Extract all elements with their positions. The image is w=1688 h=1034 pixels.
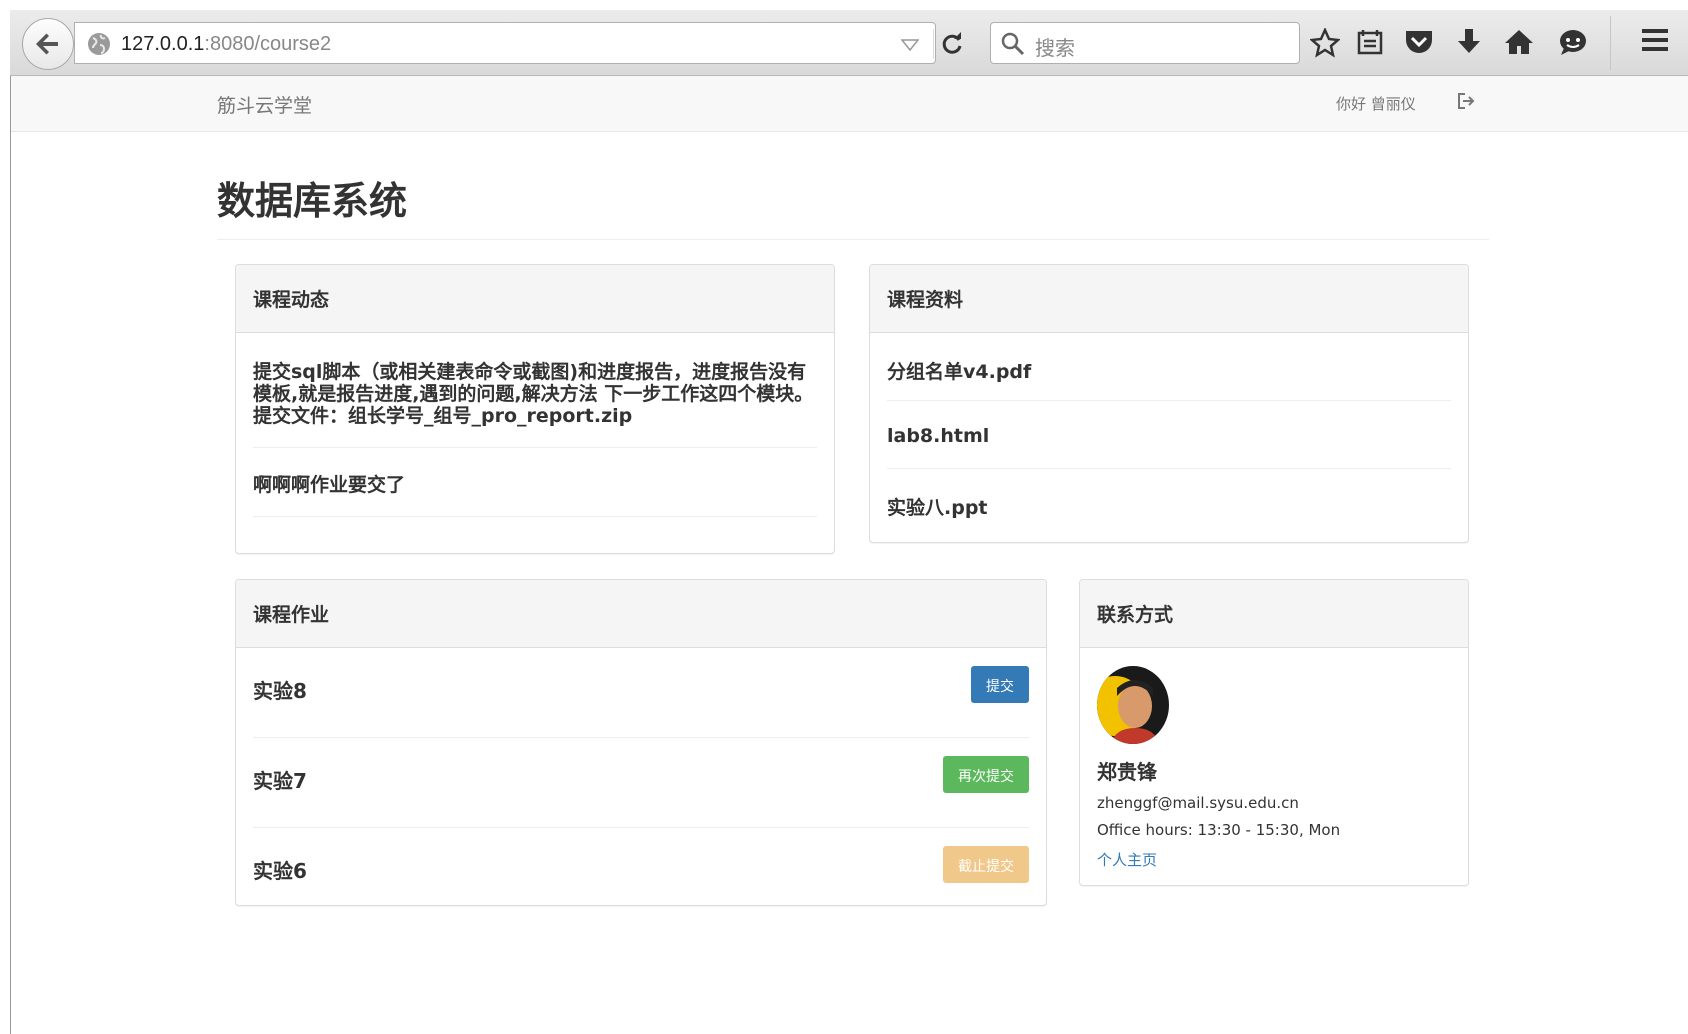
title-divider	[217, 239, 1489, 240]
back-arrow-icon	[36, 33, 58, 55]
page-viewport: 筋斗云学堂 你好 曾丽仪 数据库系统 课程动态 提交sql脚本（或相关建表命令或…	[10, 76, 1688, 1034]
reload-icon[interactable]	[939, 31, 965, 57]
file-link[interactable]: 实验八.ppt	[887, 469, 1451, 537]
site-brand[interactable]: 筋斗云学堂	[217, 91, 312, 118]
homework-row: 实验8 提交	[253, 648, 1029, 738]
teacher-email: zhenggf@mail.sysu.edu.cn	[1097, 794, 1299, 812]
panel-heading: 课程资料	[870, 265, 1468, 333]
course-news-panel: 课程动态 提交sql脚本（或相关建表命令或截图)和进度报告，进度报告没有模板,就…	[235, 264, 835, 554]
contact-panel: 联系方式 郑贵锋 zhenggf@mail.sysu.edu.cn Office…	[1079, 579, 1469, 886]
course-materials-panel: 课程资料 分组名单v4.pdf lab8.html 实验八.ppt	[869, 264, 1469, 543]
homework-panel: 课程作业 实验8 提交 实验7 再次提交 实验6 截止提交	[235, 579, 1047, 906]
logout-icon[interactable]	[1457, 92, 1475, 110]
homework-row: 实验6 截止提交	[253, 828, 1029, 918]
url-path: :8080/course2	[204, 33, 332, 55]
reading-list-icon[interactable]	[1356, 28, 1384, 56]
file-link[interactable]: lab8.html	[887, 401, 1451, 469]
homework-name: 实验6	[253, 859, 307, 883]
url-text: 127.0.0.1:8080/course2	[121, 33, 331, 56]
file-link[interactable]: 分组名单v4.pdf	[887, 333, 1451, 401]
office-hours: Office hours: 13:30 - 15:30, Mon	[1097, 821, 1341, 839]
homepage-link[interactable]: 个人主页	[1097, 849, 1157, 870]
search-icon	[1001, 32, 1025, 56]
panel-heading: 课程动态	[236, 265, 834, 333]
url-host: 127.0.0.1	[121, 33, 205, 55]
chat-icon[interactable]	[1558, 28, 1588, 56]
closed-submit-button: 截止提交	[943, 846, 1029, 883]
address-bar[interactable]: 127.0.0.1:8080/course2	[74, 22, 962, 64]
download-icon[interactable]	[1456, 28, 1482, 56]
user-greeting[interactable]: 你好 曾丽仪	[1336, 93, 1416, 114]
news-item: 啊啊啊作业要交了	[253, 448, 817, 517]
home-icon[interactable]	[1504, 28, 1534, 56]
hamburger-menu-icon[interactable]	[1640, 26, 1670, 54]
homework-row: 实验7 再次提交	[253, 738, 1029, 828]
site-navbar: 筋斗云学堂 你好 曾丽仪	[11, 76, 1688, 132]
browser-toolbar: 127.0.0.1:8080/course2 搜索	[10, 10, 1688, 76]
resubmit-button[interactable]: 再次提交	[943, 756, 1029, 793]
chevron-down-icon[interactable]	[901, 39, 919, 51]
homework-name: 实验7	[253, 769, 307, 793]
homework-name: 实验8	[253, 679, 307, 703]
pocket-icon[interactable]	[1404, 28, 1434, 56]
globe-icon	[88, 33, 110, 55]
page-title: 数据库系统	[217, 179, 408, 223]
panel-heading: 联系方式	[1080, 580, 1468, 648]
bookmark-star-icon[interactable]	[1310, 28, 1340, 58]
teacher-name: 郑贵锋	[1097, 760, 1157, 784]
toolbar-divider	[1610, 16, 1611, 70]
submit-button[interactable]: 提交	[971, 666, 1029, 703]
teacher-avatar	[1097, 666, 1169, 744]
search-input[interactable]: 搜索	[990, 22, 1300, 64]
news-item: 提交sql脚本（或相关建表命令或截图)和进度报告，进度报告没有模板,就是报告进度…	[253, 333, 817, 448]
back-button[interactable]	[22, 18, 74, 70]
url-divider	[933, 29, 934, 59]
search-placeholder: 搜索	[1035, 36, 1075, 60]
panel-heading: 课程作业	[236, 580, 1046, 648]
